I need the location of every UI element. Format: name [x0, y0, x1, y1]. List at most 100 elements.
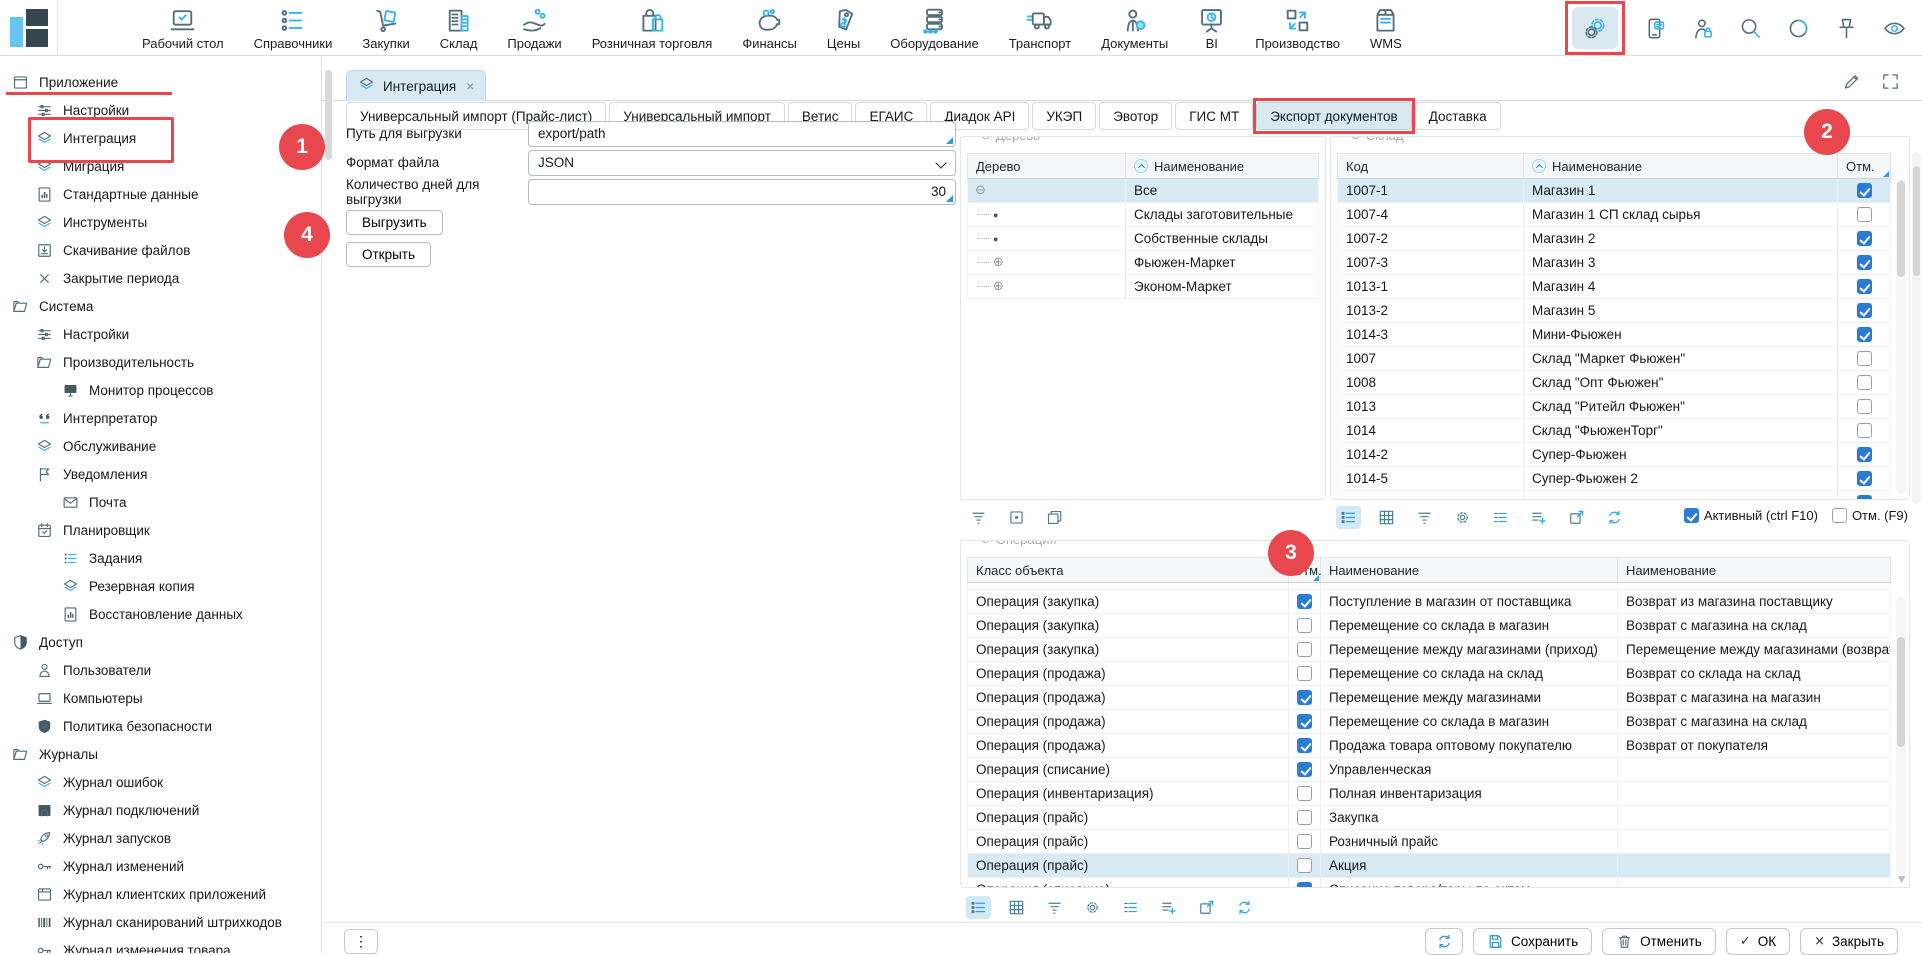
sidebar-item-15-mail[interactable]: Почта — [0, 488, 321, 516]
toolbar-item-cart[interactable]: Закупки — [354, 2, 417, 54]
sidebar-item-24-folder[interactable]: Журналы — [0, 740, 321, 768]
subtab-6[interactable]: Эвотор — [1099, 102, 1172, 130]
sklad-row[interactable]: 1014-5Супер-Фьюжен 2 — [1337, 467, 1891, 491]
row-checkbox[interactable] — [1857, 279, 1872, 294]
sidebar-item-29-window_app[interactable]: Журнал клиентских приложений — [0, 880, 321, 908]
sklad-row[interactable]: 1007-3Магазин 3 — [1337, 251, 1891, 275]
tab-integration[interactable]: Интеграция × — [346, 70, 486, 101]
toolbar-item-desktop[interactable]: Рабочий стол — [134, 2, 232, 54]
more-options-button[interactable]: ⋮ — [344, 929, 378, 954]
row-checkbox[interactable] — [1857, 183, 1872, 198]
sidebar-item-23-policy[interactable]: Политика безопасности — [0, 712, 321, 740]
close-icon[interactable]: × — [466, 78, 474, 94]
row-checkbox[interactable] — [1857, 495, 1872, 500]
vertical-scrollbar[interactable] — [1896, 179, 1906, 494]
row-checkbox[interactable] — [1297, 786, 1312, 801]
toolbar-item-equipment[interactable]: Оборудование — [882, 2, 986, 54]
sklad-row[interactable]: 1014-3Мини-Фьюжен — [1337, 323, 1891, 347]
toolbar-item-directory[interactable]: Справочники — [246, 2, 341, 54]
row-checkbox[interactable] — [1297, 810, 1312, 825]
vertical-scrollbar[interactable] — [325, 70, 332, 160]
tree-collapse-icon[interactable]: ⊖ — [975, 183, 986, 198]
sidebar-item-11-monitor[interactable]: Монитор процессов — [0, 376, 321, 404]
toolbar-item-building[interactable]: Склад — [432, 2, 486, 54]
operation-row[interactable]: Операция (прайс)Розничный прайс — [967, 830, 1891, 854]
row-checkbox[interactable] — [1857, 471, 1872, 486]
row-checkbox[interactable] — [1297, 618, 1312, 633]
subtab-7[interactable]: ГИС МТ — [1175, 102, 1253, 130]
sidebar-item-27-rocket[interactable]: Журнал запусков — [0, 824, 321, 852]
history-button[interactable] — [1787, 17, 1810, 40]
copy2-tool-button[interactable] — [1042, 506, 1067, 529]
ok-button[interactable]: ✓ОК — [1726, 928, 1790, 955]
grid-tool-button[interactable] — [1374, 506, 1399, 529]
tree-row[interactable]: ⊕Фьюжен-Маркет — [967, 251, 1319, 275]
operation-row[interactable]: Операция (закупка)Поступление в магазин … — [967, 590, 1891, 614]
operation-row[interactable]: Операция (списание)Управленческая — [967, 758, 1891, 782]
sidebar-item-5-layers[interactable]: Инструменты — [0, 208, 321, 236]
column-header[interactable]: Наименование — [1126, 154, 1318, 178]
sidebar-item-28-key[interactable]: Журнал изменений — [0, 852, 321, 880]
tree-row[interactable]: ⊖Все — [967, 179, 1319, 203]
sidebar-item-19-chart_doc[interactable]: Восстановление данных — [0, 600, 321, 628]
gear_small-tool-button[interactable] — [1080, 896, 1105, 919]
list2-tool-button[interactable] — [1488, 506, 1513, 529]
row-checkbox[interactable] — [1857, 351, 1872, 366]
toolbar-item-bi[interactable]: BI — [1190, 2, 1233, 54]
sidebar-item-12-interpreter[interactable]: Интерпретатор — [0, 404, 321, 432]
sklad-row[interactable]: 1007-2Магазин 2 — [1337, 227, 1891, 251]
export-button[interactable]: Выгрузить — [346, 210, 443, 235]
toolbar-item-sales[interactable]: Продажи — [499, 2, 569, 54]
sklad-row-partial[interactable] — [1337, 491, 1891, 500]
column-header[interactable]: Дерево — [968, 154, 1126, 178]
sklad-row[interactable]: 1013-1Магазин 4 — [1337, 275, 1891, 299]
tree-expand-icon[interactable]: ⊕ — [993, 279, 1004, 294]
column-header[interactable]: Код — [1338, 154, 1524, 178]
row-checkbox[interactable] — [1857, 231, 1872, 246]
filter-tool-button[interactable] — [1042, 896, 1067, 919]
sidebar-item-21-user[interactable]: Пользователи — [0, 656, 321, 684]
sklad-row[interactable]: 1007-1Магазин 1 — [1337, 179, 1891, 203]
view-button[interactable] — [1883, 17, 1906, 40]
column-header[interactable]: Наименование — [1618, 558, 1890, 582]
toolbar-item-finance[interactable]: Финансы — [734, 2, 805, 54]
row-checkbox[interactable] — [1857, 207, 1872, 222]
toolbar-item-retail[interactable]: Розничная торговля — [584, 2, 721, 54]
toolbar-item-price[interactable]: Цены — [819, 2, 868, 54]
column-header[interactable]: Класс объекта — [968, 558, 1289, 582]
sidebar-item-10-folder[interactable]: Производительность — [0, 348, 321, 376]
sidebar-item-22-computer[interactable]: Компьютеры — [0, 684, 321, 712]
tree-row[interactable]: ⊕Эконом-Маркет — [967, 275, 1319, 299]
file-format-select[interactable]: JSON — [528, 150, 956, 176]
trash-button[interactable]: Отменить — [1602, 928, 1716, 955]
ext_link-tool-button[interactable] — [1194, 896, 1219, 919]
list_plus-tool-button[interactable] — [1156, 896, 1181, 919]
row-checkbox[interactable] — [1857, 375, 1872, 390]
row-checkbox[interactable] — [1857, 399, 1872, 414]
row-checkbox[interactable] — [1857, 447, 1872, 462]
collapse-icon[interactable]: ⊖ — [1350, 136, 1361, 143]
sidebar-item-13-layers[interactable]: Обслуживание — [0, 432, 321, 460]
sidebar-item-17-tasks[interactable]: Задания — [0, 544, 321, 572]
subtab-9[interactable]: Доставка — [1415, 102, 1501, 130]
ext_link-tool-button[interactable] — [1564, 506, 1589, 529]
operation-row[interactable]: Операция (закупка)Перемещение со склада … — [967, 614, 1891, 638]
sidebar-item-8-folder[interactable]: Система — [0, 292, 321, 320]
sidebar-item-2-layers[interactable]: Интеграция — [0, 124, 321, 152]
row-checkbox[interactable] — [1297, 858, 1312, 873]
loop-tool-button[interactable] — [1602, 506, 1627, 529]
operation-row[interactable]: Операция (продажа)Перемещение со склада … — [967, 710, 1891, 734]
save-button[interactable]: Сохранить — [1473, 928, 1592, 955]
operation-row[interactable]: Операция (инвентаризация)Полная инвентар… — [967, 782, 1891, 806]
row-checkbox[interactable] — [1857, 423, 1872, 438]
refresh-button[interactable] — [1425, 928, 1463, 955]
row-checkbox[interactable] — [1297, 690, 1312, 705]
operation-row[interactable]: Операция (прайс)Акция — [967, 854, 1891, 878]
sklad-row[interactable]: 1008Склад "Опт Фьюжен" — [1337, 371, 1891, 395]
edit-pencil-icon[interactable] — [1842, 72, 1861, 96]
scroll-down-arrow[interactable]: ▼ — [1898, 875, 1905, 885]
vertical-scrollbar[interactable] — [1896, 597, 1906, 882]
sidebar-item-16-scheduler[interactable]: Планировщик — [0, 516, 321, 544]
column-header[interactable]: Отм. — [1838, 154, 1890, 178]
sidebar-item-25-layers[interactable]: Журнал ошибок — [0, 768, 321, 796]
